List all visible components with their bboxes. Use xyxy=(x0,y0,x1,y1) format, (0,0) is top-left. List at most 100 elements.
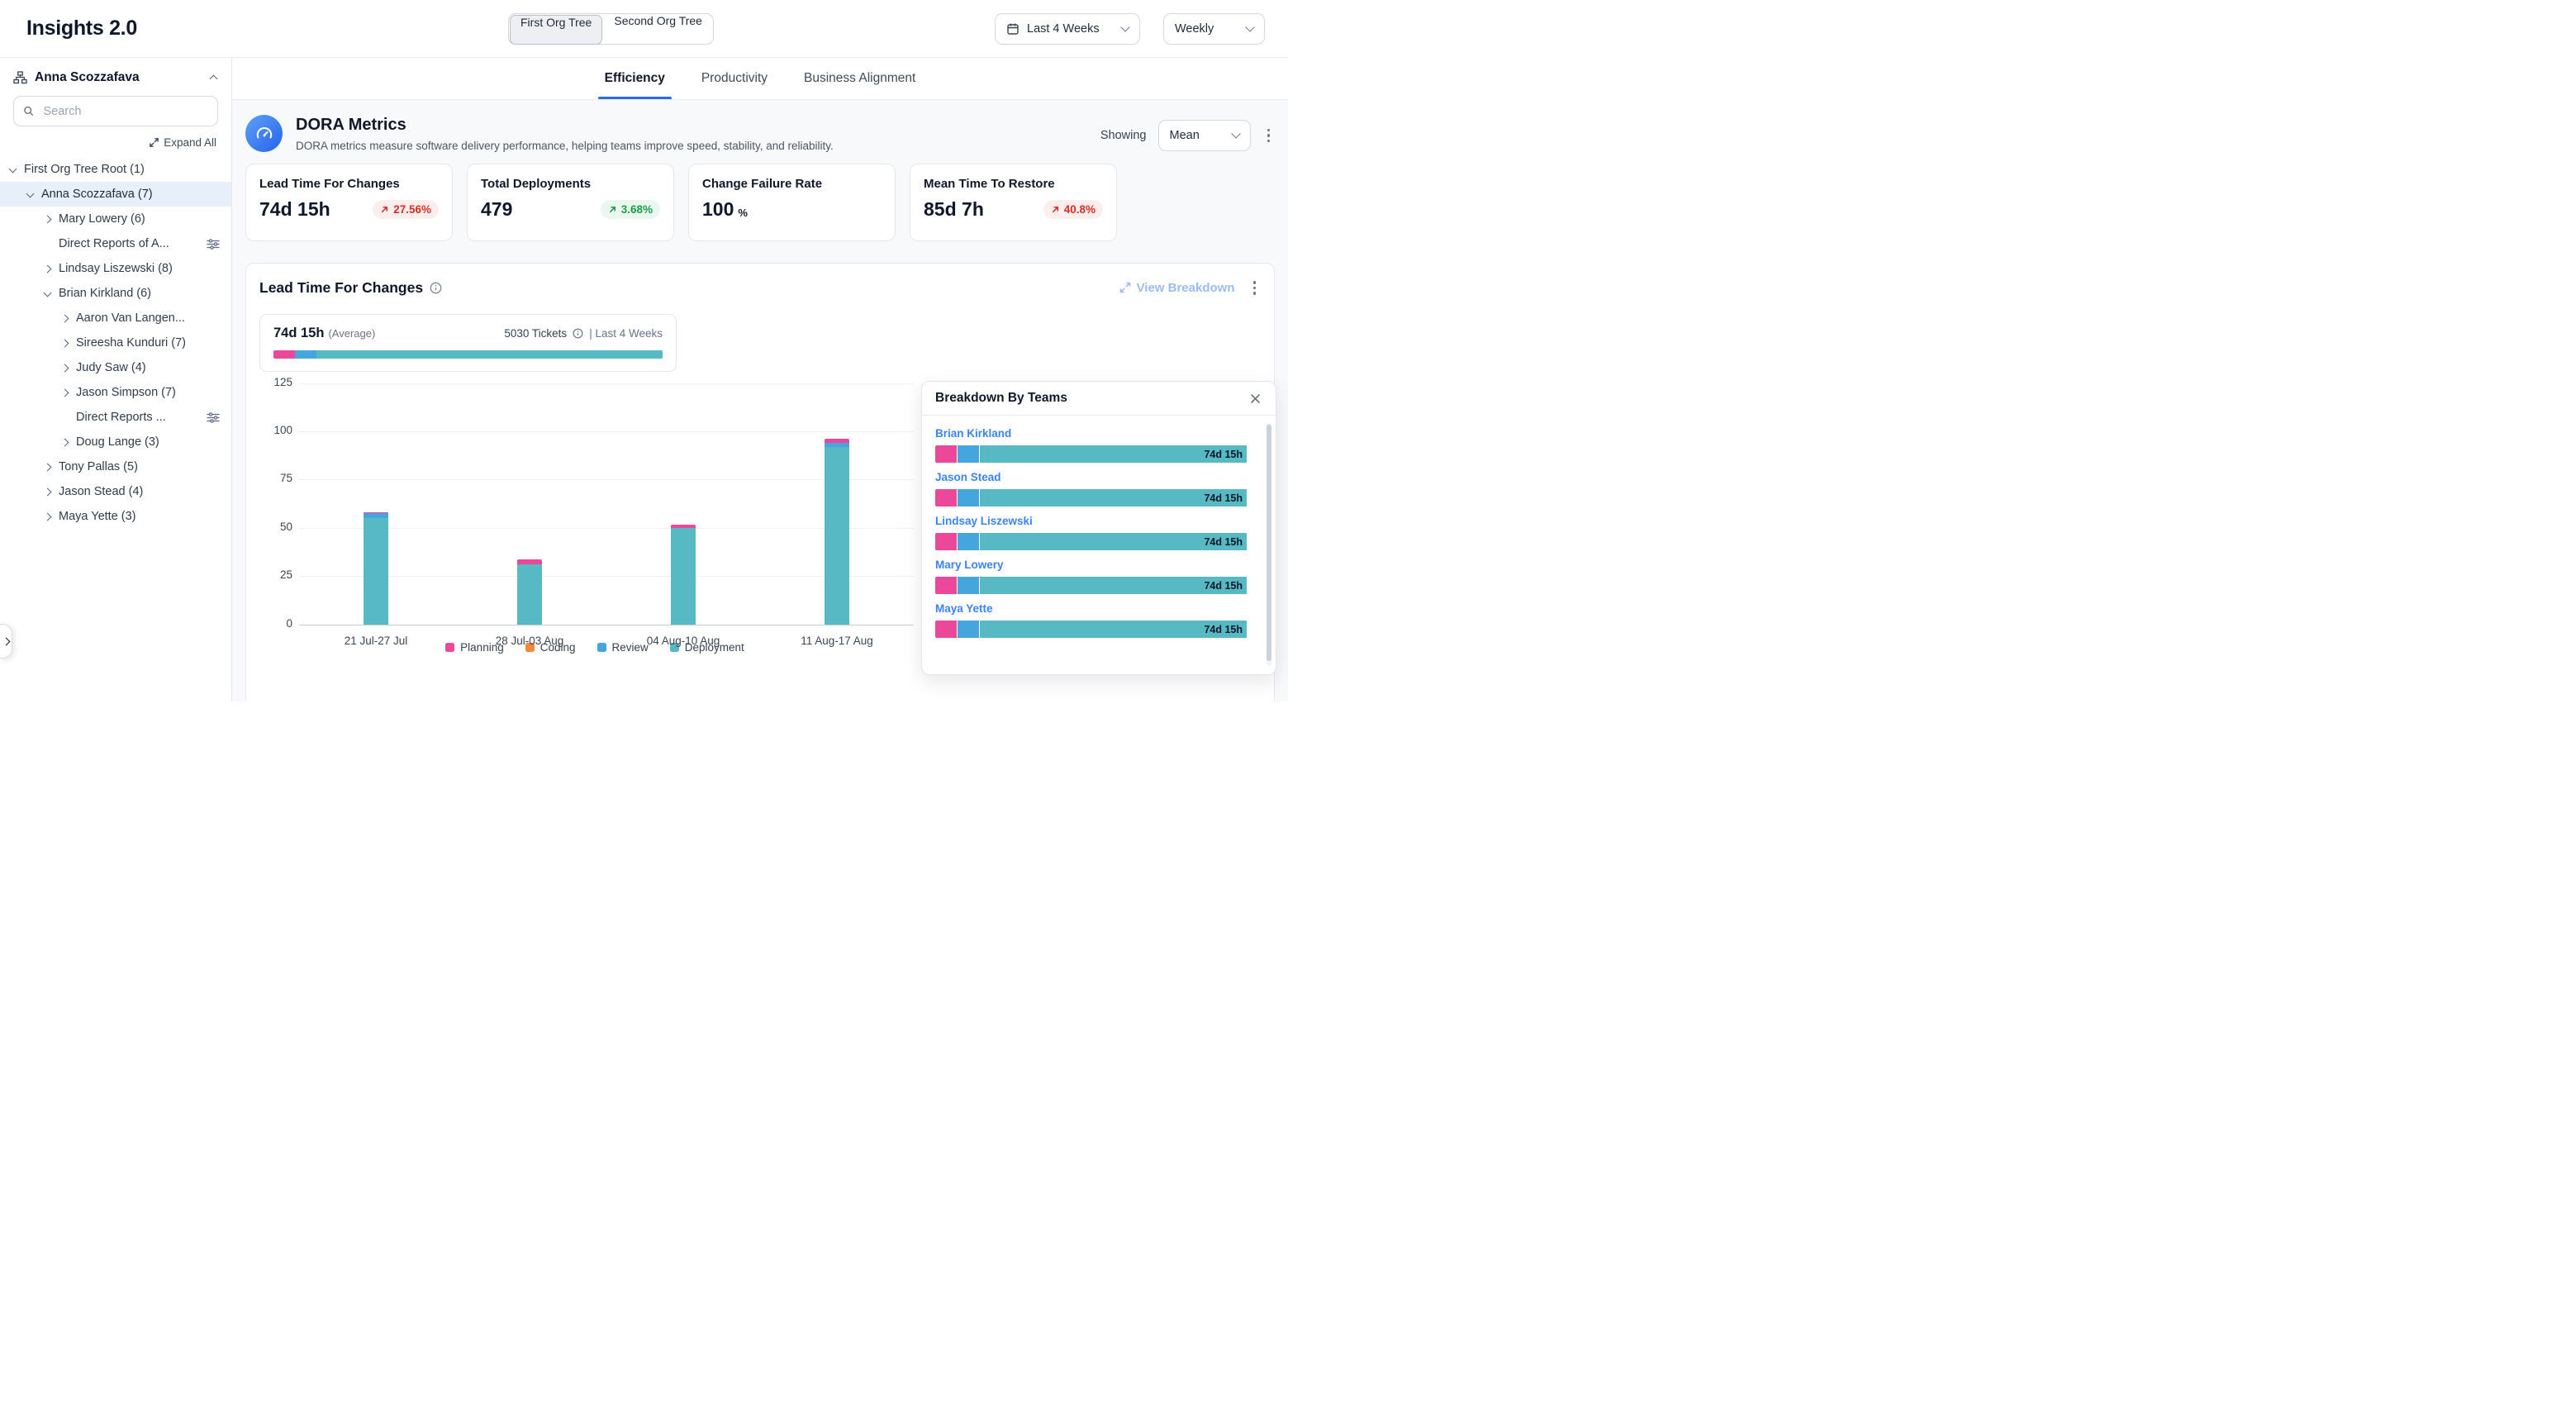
tree-item-label: Mary Lowery (6) xyxy=(59,212,145,226)
team-name-link[interactable]: Mary Lowery xyxy=(935,559,1004,571)
bar-segment-review xyxy=(958,445,979,463)
team-row: Maya Yette 74d 15h xyxy=(935,602,1248,638)
info-icon[interactable] xyxy=(430,282,442,294)
dora-title: DORA Metrics xyxy=(296,116,834,135)
chart-bar[interactable] xyxy=(364,512,388,624)
tab-productivity[interactable]: Productivity xyxy=(701,58,768,99)
dora-header: DORA Metrics DORA metrics measure softwa… xyxy=(245,110,1275,154)
trend-up-icon xyxy=(380,205,389,214)
showing-label: Showing xyxy=(1100,129,1147,142)
tree-item-label: Direct Reports ... xyxy=(76,411,166,424)
team-name-link[interactable]: Maya Yette xyxy=(935,602,993,615)
topbar-controls: Last 4 Weeks Weekly xyxy=(995,13,1265,45)
tree-item[interactable]: First Org Tree Root (1) xyxy=(0,157,231,182)
breakdown-panel: Breakdown By Teams Brian Kirkland74d 15h… xyxy=(921,381,1276,675)
close-icon[interactable] xyxy=(1248,392,1262,406)
team-bar[interactable]: 74d 15h xyxy=(935,621,1248,638)
lead-time-chart: 025507510012521 Jul-27 Jul28 Jul-03 Aug0… xyxy=(259,383,930,654)
tree-item[interactable]: Sireesha Kunduri (7) xyxy=(0,331,231,355)
team-bar-value: 74d 15h xyxy=(1204,449,1243,460)
metric-delta-value: 27.56% xyxy=(393,203,431,216)
tree-item[interactable]: Lindsay Liszewski (8) xyxy=(0,256,231,281)
tree-item[interactable]: Tony Pallas (5) xyxy=(0,454,231,479)
aggregation-select[interactable]: Mean xyxy=(1158,120,1251,151)
chevron-down-icon xyxy=(1245,22,1254,31)
chevron-right-icon[interactable] xyxy=(44,487,52,496)
chevron-right-icon[interactable] xyxy=(44,463,52,471)
team-bar[interactable]: 74d 15h xyxy=(935,445,1248,463)
metric-value-row: 4793.68% xyxy=(481,198,660,221)
expand-all-button[interactable]: Expand All xyxy=(0,126,231,155)
metric-delta-badge: 40.8% xyxy=(1043,200,1103,219)
chevron-down-icon[interactable] xyxy=(26,189,35,197)
tree-item[interactable]: Brian Kirkland (6) xyxy=(0,281,231,306)
chevron-right-icon[interactable] xyxy=(44,512,52,521)
date-range-select[interactable]: Last 4 Weeks xyxy=(995,13,1140,45)
search-input[interactable] xyxy=(41,104,208,119)
metric-card: Change Failure Rate100% xyxy=(688,164,896,241)
chevron-down-icon[interactable] xyxy=(9,164,17,173)
dora-kebab-menu[interactable] xyxy=(1262,125,1276,147)
org-tree-toggle: First Org Tree Second Org Tree xyxy=(508,13,714,45)
team-bar[interactable]: 74d 15h xyxy=(935,533,1248,550)
tab-efficiency[interactable]: Efficiency xyxy=(605,58,665,99)
view-breakdown-label: View Breakdown xyxy=(1137,281,1235,295)
granularity-select[interactable]: Weekly xyxy=(1163,13,1265,45)
panel-scrollbar-thumb[interactable] xyxy=(1267,425,1271,661)
team-row: Mary Lowery 74d 15h xyxy=(935,558,1248,594)
chevron-right-icon[interactable] xyxy=(61,438,69,446)
view-breakdown-button[interactable]: View Breakdown xyxy=(1119,281,1235,295)
tree-item[interactable]: Maya Yette (3) xyxy=(0,504,231,529)
tree-item[interactable]: Direct Reports ... xyxy=(0,405,231,430)
bar-segment-review xyxy=(958,489,979,507)
aggregation-value: Mean xyxy=(1170,129,1225,142)
tree-item-label: Brian Kirkland (6) xyxy=(59,287,151,300)
toggle-second-org-tree[interactable]: Second Org Tree xyxy=(603,14,713,44)
org-tree-icon xyxy=(13,71,27,84)
sidebar-header[interactable]: Anna Scozzafava xyxy=(0,58,231,94)
tree-item[interactable]: Jason Stead (4) xyxy=(0,479,231,504)
chart-bar[interactable] xyxy=(517,559,542,624)
tree-item[interactable]: Aaron Van Langen... xyxy=(0,306,231,331)
lead-time-kebab-menu[interactable] xyxy=(1248,277,1262,299)
sidebar-collapse-handle[interactable] xyxy=(0,624,12,659)
tab-business-alignment[interactable]: Business Alignment xyxy=(804,58,915,99)
chevron-right-icon[interactable] xyxy=(61,314,69,322)
team-name-link[interactable]: Jason Stead xyxy=(935,471,1001,483)
metric-card-title: Total Deployments xyxy=(481,177,660,191)
summary-qualifier: (Average) xyxy=(328,327,375,340)
chevron-down-icon[interactable] xyxy=(44,288,52,297)
chevron-right-icon[interactable] xyxy=(61,364,69,372)
bar-segment-review xyxy=(958,577,979,594)
chart-bar[interactable] xyxy=(825,439,849,624)
tree-item[interactable]: Anna Scozzafava (7) xyxy=(0,182,231,207)
tree-item[interactable]: Jason Simpson (7) xyxy=(0,380,231,405)
team-bar[interactable]: 74d 15h xyxy=(935,577,1248,594)
metric-value: 479 xyxy=(481,198,512,221)
tab-label: Business Alignment xyxy=(804,71,915,86)
legend-swatch xyxy=(597,643,606,652)
chevron-right-icon[interactable] xyxy=(61,339,69,347)
info-icon[interactable] xyxy=(573,328,583,339)
chevron-right-icon[interactable] xyxy=(44,215,52,223)
main-content: Efficiency Productivity Business Alignme… xyxy=(232,58,1288,702)
team-bar[interactable]: 74d 15h xyxy=(935,489,1248,507)
lead-time-title-text: Lead Time For Changes xyxy=(259,279,423,297)
toggle-first-org-tree[interactable]: First Org Tree xyxy=(510,15,602,45)
tree-item[interactable]: Judy Saw (4) xyxy=(0,355,231,380)
tree-item[interactable]: Doug Lange (3) xyxy=(0,430,231,454)
team-name-link[interactable]: Brian Kirkland xyxy=(935,427,1011,440)
y-tick-label: 75 xyxy=(261,472,292,484)
chevron-right-icon[interactable] xyxy=(61,388,69,397)
chevron-right-icon[interactable] xyxy=(44,264,52,273)
tree-item[interactable]: Mary Lowery (6) xyxy=(0,207,231,231)
filter-icon[interactable] xyxy=(207,239,220,250)
gridline xyxy=(299,576,914,577)
tree-item-label: Sireesha Kunduri (7) xyxy=(76,336,186,350)
bar-segment-review xyxy=(958,533,979,550)
chart-bar[interactable] xyxy=(671,525,696,624)
filter-icon[interactable] xyxy=(207,412,220,423)
tree-item[interactable]: Direct Reports of A... xyxy=(0,231,231,256)
tab-label: Productivity xyxy=(701,71,768,86)
team-name-link[interactable]: Lindsay Liszewski xyxy=(935,515,1033,527)
